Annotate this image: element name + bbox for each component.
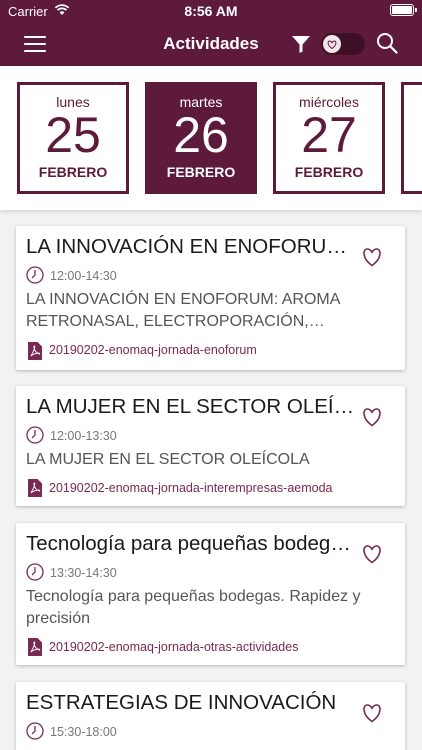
day-card-monday[interactable]: lunes 25 FEBRERO [17,82,129,194]
day-month: FEBRERO [38,164,108,180]
pdf-icon [28,342,42,360]
event-title: ESTRATEGIAS DE INNOVACIÓN [26,691,337,714]
day-card-tuesday[interactable]: martes 26 FEBRERO [145,82,257,194]
day-card-wednesday[interactable]: miércoles 27 FEBRERO [273,82,385,194]
event-time: 15:30-18:00 [50,725,117,739]
clock-icon [26,426,44,444]
clock-icon [26,563,44,581]
pdf-icon [28,638,42,656]
day-number: 27 [301,107,357,163]
event-card[interactable]: LA INNOVACIÓN EN ENOFORUM: AROMA RETRONA… [16,226,405,370]
heart-outline-icon[interactable] [361,247,383,267]
heart-outline-icon[interactable] [361,544,383,564]
heart-outline-icon[interactable] [361,407,383,427]
event-description: LA MUJER EN EL SECTOR OLEÍCOLA [26,451,310,468]
day-month: FEBRERO [166,164,236,180]
event-card[interactable]: LA MUJER EN EL SECTOR OLEÍCOLA 12:00-13:… [16,386,405,506]
heart-toggle-icon [327,40,337,50]
event-file-link[interactable]: 20190202-enomaq-jornada-otras-actividade… [49,640,298,654]
event-title: Tecnología para pequeñas bodegas. Rapide… [26,532,356,555]
toggle-knob [323,35,341,53]
event-card[interactable]: ESTRATEGIAS DE INNOVACIÓN 15:30-18:00 [16,682,405,750]
day-number: 25 [45,107,101,163]
clock-icon [26,722,44,740]
day-number: 26 [173,107,229,163]
battery-icon [390,4,417,16]
heart-outline-icon[interactable] [361,703,383,723]
day-card-next[interactable] [401,82,422,194]
status-time: 8:56 AM [184,3,238,19]
event-time: 12:00-13:30 [50,429,117,443]
event-title: LA MUJER EN EL SECTOR OLEÍCOLA [26,395,356,418]
pdf-icon [28,479,42,497]
event-file-link[interactable]: 20190202-enomaq-jornada-enoforum [49,343,257,357]
event-time: 13:30-14:30 [50,566,117,580]
clock-icon [26,266,44,284]
event-time: 12:00-14:30 [50,269,117,283]
cocktail-filter-icon[interactable] [290,33,312,55]
event-file-link[interactable]: 20190202-enomaq-jornada-interempresas-ae… [49,481,333,495]
search-icon[interactable] [376,32,398,54]
app-header: Carrier 8:56 AM Actividades [0,0,422,66]
day-month: FEBRERO [294,164,364,180]
navigation-bar: Actividades [0,22,422,66]
favorites-toggle[interactable] [321,33,365,55]
hamburger-menu-icon[interactable] [24,36,46,52]
status-bar: Carrier 8:56 AM [0,0,422,22]
date-selector: lunes 25 FEBRERO martes 26 FEBRERO miérc… [0,66,422,210]
event-description: Tecnología para pequeñas bodegas. Rapide… [26,588,361,627]
event-title: LA INNOVACIÓN EN ENOFORUM: AROMA RETRONA… [26,235,356,258]
event-description: LA INNOVACIÓN EN ENOFORUM: AROMA RETRONA… [26,291,340,330]
event-card[interactable]: Tecnología para pequeñas bodegas. Rapide… [16,523,405,665]
